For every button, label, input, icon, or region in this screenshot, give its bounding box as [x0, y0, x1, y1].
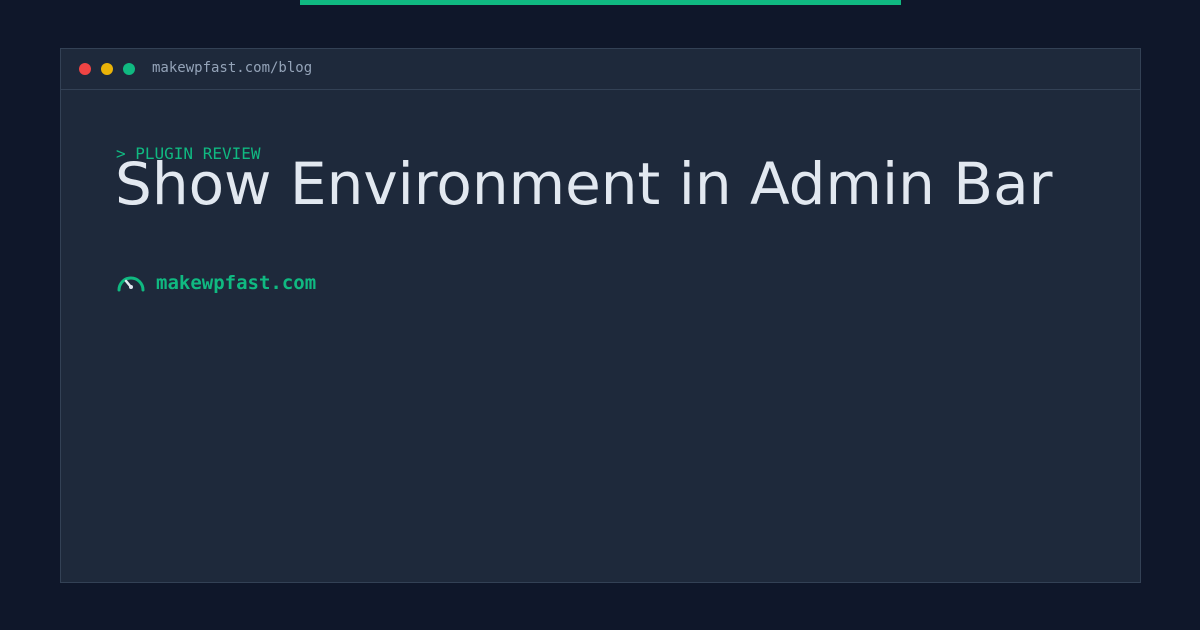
- top-accent-bar: [300, 0, 901, 5]
- speedometer-icon: [117, 276, 145, 292]
- close-dot-icon[interactable]: [79, 63, 91, 75]
- og-image-card: makewpfast.com/blog > PLUGIN REVIEW Show…: [0, 0, 1200, 630]
- site-brand: makewpfast.com: [116, 268, 316, 298]
- address-url: makewpfast.com/blog: [152, 60, 313, 76]
- browser-window: makewpfast.com/blog > PLUGIN REVIEW Show…: [60, 48, 1141, 583]
- maximize-dot-icon[interactable]: [123, 63, 135, 75]
- window-titlebar: makewpfast.com/blog: [61, 49, 1140, 90]
- post-title: Show Environment in Admin Bar: [115, 150, 1053, 218]
- minimize-dot-icon[interactable]: [101, 63, 113, 75]
- site-name: makewpfast.com: [156, 272, 317, 294]
